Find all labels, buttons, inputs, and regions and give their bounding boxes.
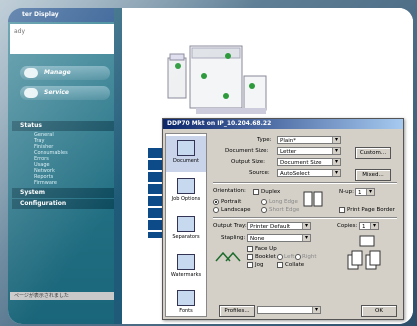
dialog-title: DDP70 Mkt on IP_10.204.68.22 <box>163 119 403 129</box>
tab-fonts[interactable]: Fonts <box>166 286 206 322</box>
jog-checkbox[interactable] <box>247 262 253 268</box>
orientation-label: Orientation: <box>213 188 246 194</box>
manage-label: Manage <box>44 69 71 76</box>
manage-button[interactable]: Manage <box>20 66 110 80</box>
screenshot-frame: ter Display ady Manage Service Status Ge… <box>8 8 413 324</box>
nup-select[interactable]: 1 <box>355 188 375 196</box>
collate-label: Collate <box>285 262 305 268</box>
type-label: Type: <box>257 137 272 143</box>
out-size-label: Output Size: <box>231 159 265 165</box>
output-tray-select[interactable]: Printer Default <box>247 222 311 230</box>
duplex-label: Duplex <box>261 189 281 195</box>
document-icon <box>177 140 195 156</box>
source-select[interactable]: AutoSelect <box>277 169 341 177</box>
short-edge-radio[interactable] <box>261 207 267 213</box>
short-edge-label: Short Edge <box>269 207 300 213</box>
divider-strip <box>114 8 122 324</box>
long-edge-radio[interactable] <box>261 199 267 205</box>
dialog-tab-list: Document Job Options Separators Watermar… <box>165 133 207 317</box>
landscape-radio[interactable] <box>213 207 219 213</box>
mixed-button[interactable]: Mixed... <box>355 169 391 181</box>
long-edge-label: Long Edge <box>269 199 298 205</box>
tab-job-options-label: Job Options <box>171 196 201 202</box>
profiles-button[interactable]: Profiles... <box>219 305 255 317</box>
tab-watermarks-label: Watermarks <box>170 272 202 278</box>
copies-label: Copies: <box>337 223 358 229</box>
section-divider-2 <box>213 217 397 219</box>
service-icon <box>24 88 38 98</box>
orientation-preview-icon <box>303 191 323 207</box>
print-page-border-label: Print Page Border <box>347 207 395 213</box>
browser-status-bar: ページが表示されました <box>10 292 114 300</box>
tab-watermarks[interactable]: Watermarks <box>166 250 206 286</box>
service-button[interactable]: Service <box>20 86 110 100</box>
tab-job-options[interactable]: Job Options <box>166 174 206 210</box>
nav-status-box: ady <box>10 24 114 54</box>
tab-separators-label: Separators <box>172 234 200 240</box>
doc-size-label: Document Size: <box>225 148 269 154</box>
face-up-label: Face Up <box>255 246 277 252</box>
printer-illustration <box>167 45 267 114</box>
nav-link-firmware[interactable]: Firmware <box>34 180 57 186</box>
doc-size-select[interactable]: Letter <box>277 147 341 155</box>
booklet-right-label: Right <box>302 254 317 260</box>
type-select[interactable]: Plain* <box>277 136 341 144</box>
printer-properties-dialog: DDP70 Mkt on IP_10.204.68.22 Document Jo… <box>162 118 404 320</box>
collate-preview-icon <box>347 250 381 270</box>
job-options-icon <box>177 178 195 194</box>
ok-button[interactable]: OK <box>361 305 397 317</box>
system-section-header[interactable]: System <box>12 188 114 198</box>
output-tray-label: Output Tray: <box>213 223 247 229</box>
portrait-label: Portrait <box>221 199 242 205</box>
stapler-icon <box>215 251 241 262</box>
copies-input[interactable]: 1 <box>359 222 379 230</box>
configuration-section-header[interactable]: Configuration <box>12 199 114 209</box>
nav-title: ter Display <box>8 8 118 22</box>
booklet-left-radio[interactable] <box>277 254 283 260</box>
stapling-select[interactable]: None <box>247 234 311 242</box>
tab-document[interactable]: Document <box>166 136 206 172</box>
copies-stack-icon <box>359 235 375 247</box>
tab-separators[interactable]: Separators <box>166 212 206 248</box>
landscape-label: Landscape <box>221 207 251 213</box>
nup-label: N-up: <box>339 189 354 195</box>
separators-icon <box>177 216 195 232</box>
custom-button[interactable]: Custom... <box>355 147 391 159</box>
left-navigation: ter Display ady Manage Service Status Ge… <box>8 8 118 324</box>
booklet-right-radio[interactable] <box>295 254 301 260</box>
tab-document-label: Document <box>173 158 199 164</box>
duplex-checkbox[interactable] <box>253 189 259 195</box>
jog-label: Jog <box>255 262 264 268</box>
watermarks-icon <box>177 254 195 270</box>
source-label: Source: <box>249 170 270 176</box>
stapling-label: Stapling: <box>221 235 246 241</box>
booklet-checkbox[interactable] <box>247 254 253 260</box>
portrait-radio[interactable] <box>213 199 219 205</box>
print-page-border-checkbox[interactable] <box>339 207 345 213</box>
tab-fonts-label: Fonts <box>179 308 193 314</box>
section-divider-1 <box>213 182 397 184</box>
fonts-icon <box>177 290 195 306</box>
manage-icon <box>24 68 38 78</box>
booklet-left-label: Left <box>284 254 295 260</box>
out-size-select[interactable]: Document Size <box>277 158 341 166</box>
collate-checkbox[interactable] <box>277 262 283 268</box>
profile-select[interactable] <box>257 306 321 314</box>
face-up-checkbox[interactable] <box>247 246 253 252</box>
booklet-label: Booklet <box>255 254 276 260</box>
service-label: Service <box>44 89 69 96</box>
status-section-header[interactable]: Status <box>12 121 114 131</box>
